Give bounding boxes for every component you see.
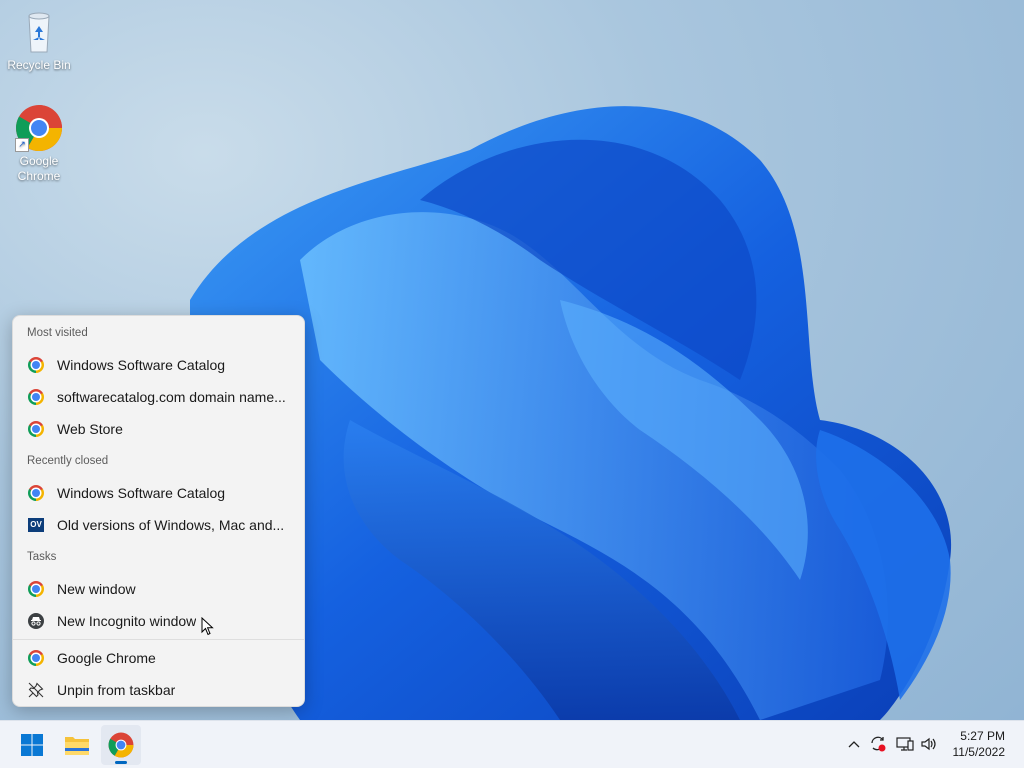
jumplist-item-label: New Incognito window [57,613,197,629]
desktop-icon-label: Chrome [17,169,61,183]
jumplist-app-google-chrome[interactable]: Google Chrome [17,643,301,673]
jumplist-item-label: Web Store [57,421,123,437]
folder-icon [65,737,89,755]
chrome-icon [27,649,45,667]
chrome-icon: ↗ [15,104,63,152]
shortcut-arrow-icon: ↗ [15,138,29,152]
chrome-icon [27,484,45,502]
chrome-jump-list: Most visited Windows Software Catalog so… [12,315,305,707]
desktop-icon-recycle-bin[interactable]: Recycle Bin [0,8,78,73]
taskbar-google-chrome[interactable] [101,725,141,765]
recycle-bin-icon [15,8,63,56]
chrome-icon [27,356,45,374]
jumplist-task-new-window[interactable]: New window [17,574,301,604]
section-label-recently-closed: Recently closed [27,455,109,467]
jumplist-task-new-incognito-window[interactable]: New Incognito window [17,606,301,636]
jumplist-item-label: New window [57,581,136,597]
taskbar: 5:27 PM 11/5/2022 [0,720,1024,768]
jumplist-item-label: Google Chrome [57,650,156,666]
desktop-icon-label: Google [19,154,59,168]
jumplist-item-label: Windows Software Catalog [57,357,226,373]
jumplist-item-most-visited[interactable]: Windows Software Catalog [17,350,301,380]
incognito-icon [27,612,45,630]
desktop-icon-google-chrome[interactable]: ↗ Google Chrome [0,104,78,184]
ov-favicon-icon: OV [27,516,45,534]
jumplist-item-label: Unpin from taskbar [57,682,176,698]
chrome-icon [27,580,45,598]
chrome-icon [27,420,45,438]
section-label-most-visited: Most visited [27,327,88,339]
jumplist-unpin-from-taskbar[interactable]: Unpin from taskbar [17,675,301,705]
jumplist-item-label: softwarecatalog.com domain name... [57,389,286,405]
clock-date: 11/5/2022 [952,745,1006,759]
windows-logo-icon [21,734,43,756]
taskbar-clock[interactable]: 5:27 PM 11/5/2022 [953,728,1006,760]
jumplist-item-label: Old versions of Windows, Mac and... [57,517,285,533]
active-app-indicator [115,761,127,764]
chrome-icon [27,388,45,406]
update-sync-icon[interactable] [868,734,888,754]
network-icon[interactable] [895,734,915,754]
jumplist-item-most-visited[interactable]: Web Store [17,414,301,444]
jumplist-item-recently-closed[interactable]: Windows Software Catalog [17,478,301,508]
jumplist-divider [13,639,304,640]
jumplist-item-label: Windows Software Catalog [57,485,226,501]
taskbar-file-explorer[interactable] [57,725,97,765]
clock-time: 5:27 PM [960,729,1005,743]
section-label-tasks: Tasks [27,551,57,563]
start-button[interactable] [12,725,52,765]
chrome-icon [108,732,134,758]
volume-icon[interactable] [919,734,939,754]
show-hidden-icons-chevron-icon[interactable] [844,734,864,754]
unpin-icon [27,681,45,699]
mouse-cursor-icon [201,617,214,636]
jumplist-item-recently-closed[interactable]: OV Old versions of Windows, Mac and... [17,510,301,540]
desktop-icon-label: Recycle Bin [7,58,71,72]
jumplist-item-most-visited[interactable]: softwarecatalog.com domain name... [17,382,301,412]
